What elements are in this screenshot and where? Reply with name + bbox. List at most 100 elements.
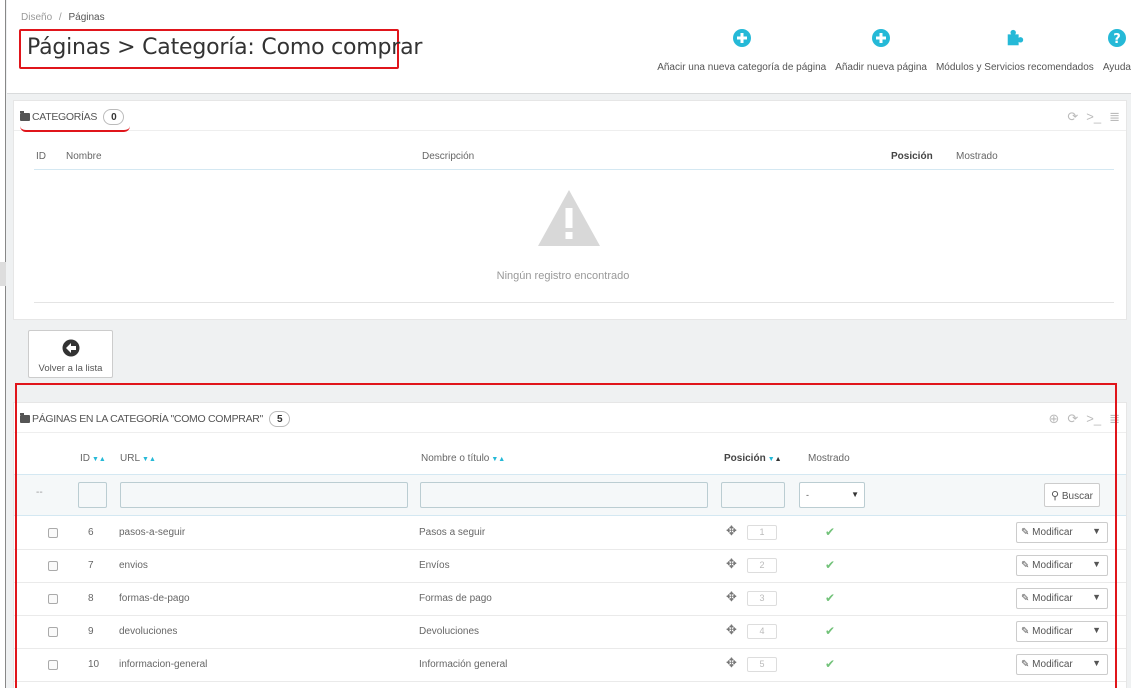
drag-handle-icon[interactable]: ✥: [726, 655, 737, 671]
add-icon[interactable]: ⊕: [1048, 411, 1059, 427]
table-row[interactable]: 7 envios Envíos ✥ 2 ✔ ✎ Modificar ▼: [14, 550, 1126, 583]
search-button[interactable]: ⚲ Buscar: [1044, 483, 1100, 507]
pencil-icon: ✎: [1021, 560, 1030, 571]
col-id[interactable]: ID ▼▲: [80, 453, 106, 464]
filter-position-input[interactable]: [721, 482, 785, 508]
modify-button[interactable]: ✎ Modificar ▼: [1016, 522, 1108, 543]
row-url: pasos-a-seguir: [119, 527, 186, 538]
row-position: 1: [747, 525, 777, 540]
row-id: 6: [88, 527, 94, 538]
categories-table-header: ID Nombre Descripción Posición Mostrado: [14, 151, 1126, 165]
pages-count-badge: 5: [269, 411, 291, 427]
caret-down-icon: ▼: [851, 490, 859, 499]
table-bottom-divider: [34, 302, 1114, 303]
pencil-icon: ✎: [1021, 527, 1030, 538]
caret-down-icon[interactable]: ▼: [1092, 658, 1101, 668]
sort-arrows-icon: ▼▲: [142, 456, 156, 463]
row-checkbox[interactable]: [48, 561, 58, 571]
categories-count-badge: 0: [103, 109, 125, 125]
col-position[interactable]: Posición: [891, 151, 933, 162]
col-name[interactable]: Nombre: [66, 151, 102, 162]
table-row[interactable]: 8 formas-de-pago Formas de pago ✥ 3 ✔ ✎ …: [14, 583, 1126, 616]
check-icon[interactable]: ✔: [825, 525, 835, 539]
row-checkbox[interactable]: [48, 627, 58, 637]
filter-url-input[interactable]: [120, 482, 408, 508]
col-name[interactable]: Nombre o título ▼▲: [421, 453, 505, 464]
drag-handle-icon[interactable]: ✥: [726, 556, 737, 572]
filter-dash: --: [36, 487, 43, 498]
row-url: informacion-general: [119, 659, 208, 670]
row-checkbox[interactable]: [48, 594, 58, 604]
row-checkbox[interactable]: [48, 660, 58, 670]
modify-label: Modificar: [1032, 593, 1073, 604]
pencil-icon: ✎: [1021, 659, 1030, 670]
pages-table-header: ID ▼▲ URL ▼▲ Nombre o título ▼▲ Posición ▼▲ …: [14, 453, 1126, 467]
pencil-icon: ✎: [1021, 593, 1030, 604]
modules-button[interactable]: Módulos y Servicios recomendados: [936, 28, 1094, 78]
add-page-button[interactable]: Añadir nueva página: [835, 28, 927, 78]
database-icon[interactable]: ≣: [1109, 109, 1120, 125]
col-shown[interactable]: Mostrado: [956, 151, 998, 162]
modify-label: Modificar: [1032, 527, 1073, 538]
warning-icon: [538, 190, 600, 249]
toolbar: Añacir una nueva categoría de página Aña…: [648, 28, 1131, 78]
puzzle-icon: [1005, 28, 1025, 48]
sort-arrows-icon: ▼▲: [92, 456, 106, 463]
filter-shown-value: -: [806, 490, 809, 500]
check-icon[interactable]: ✔: [825, 558, 835, 572]
breadcrumb-separator: /: [58, 12, 62, 23]
filter-id-input[interactable]: [78, 482, 107, 508]
col-shown[interactable]: Mostrado: [808, 453, 850, 464]
row-position: 4: [747, 624, 777, 639]
add-page-label: Añadir nueva página: [835, 62, 927, 73]
drag-handle-icon[interactable]: ✥: [726, 622, 737, 638]
modify-button[interactable]: ✎ Modificar ▼: [1016, 555, 1108, 576]
breadcrumb-current: Páginas: [68, 12, 105, 23]
help-button[interactable]: ? Ayuda: [1103, 28, 1131, 78]
col-url[interactable]: URL ▼▲: [120, 453, 156, 464]
plus-circle-icon: [732, 28, 752, 48]
breadcrumb-parent[interactable]: Diseño: [21, 12, 52, 23]
arrow-left-circle-icon: [62, 339, 80, 360]
breadcrumb: Diseño / Páginas: [21, 12, 105, 23]
sort-arrows-icon: ▼▲: [491, 456, 506, 463]
svg-text:?: ?: [1113, 32, 1121, 47]
modify-button[interactable]: ✎ Modificar ▼: [1016, 588, 1108, 609]
caret-down-icon[interactable]: ▼: [1092, 592, 1101, 602]
modify-button[interactable]: ✎ Modificar ▼: [1016, 621, 1108, 642]
drag-handle-icon[interactable]: ✥: [726, 523, 737, 539]
caret-down-icon[interactable]: ▼: [1092, 559, 1101, 569]
back-to-list-button[interactable]: Volver a la lista: [28, 330, 113, 378]
refresh-icon[interactable]: ⟳: [1067, 411, 1078, 427]
empty-message: Ningún registro encontrado: [496, 270, 630, 282]
caret-down-icon[interactable]: ▼: [1092, 526, 1101, 536]
filter-name-input[interactable]: [420, 482, 708, 508]
caret-down-icon[interactable]: ▼: [1092, 625, 1101, 635]
row-name: Devoluciones: [419, 626, 480, 637]
row-name: Formas de pago: [419, 593, 492, 604]
row-checkbox[interactable]: [48, 528, 58, 538]
col-position[interactable]: Posición ▼▲: [724, 453, 782, 464]
col-id[interactable]: ID: [36, 151, 46, 162]
database-icon[interactable]: ≣: [1109, 411, 1120, 427]
modify-button[interactable]: ✎ Modificar ▼: [1016, 654, 1108, 675]
categories-panel-title: Categorías 0: [20, 109, 125, 125]
table-row[interactable]: 9 devoluciones Devoluciones ✥ 4 ✔ ✎ Modi…: [14, 616, 1126, 649]
check-icon[interactable]: ✔: [825, 657, 835, 671]
add-category-button[interactable]: Añacir una nueva categoría de página: [657, 28, 826, 78]
table-row[interactable]: 10 informacion-general Información gener…: [14, 649, 1126, 682]
row-url: formas-de-pago: [119, 593, 190, 604]
table-row[interactable]: 6 pasos-a-seguir Pasos a seguir ✥ 1 ✔ ✎ …: [14, 517, 1126, 550]
check-icon[interactable]: ✔: [825, 591, 835, 605]
pages-panel-actions: ⊕ ⟳ >_ ≣: [1048, 411, 1120, 427]
check-icon[interactable]: ✔: [825, 624, 835, 638]
filter-row: -- - ▼ ⚲ Buscar: [14, 474, 1126, 516]
sql-query-icon[interactable]: >_: [1086, 411, 1101, 427]
row-position: 3: [747, 591, 777, 606]
refresh-icon[interactable]: ⟳: [1067, 109, 1078, 125]
sql-query-icon[interactable]: >_: [1086, 109, 1101, 125]
col-description[interactable]: Descripción: [422, 151, 474, 162]
drag-handle-icon[interactable]: ✥: [726, 589, 737, 605]
help-label: Ayuda: [1102, 62, 1131, 73]
filter-shown-select[interactable]: - ▼: [799, 482, 865, 508]
